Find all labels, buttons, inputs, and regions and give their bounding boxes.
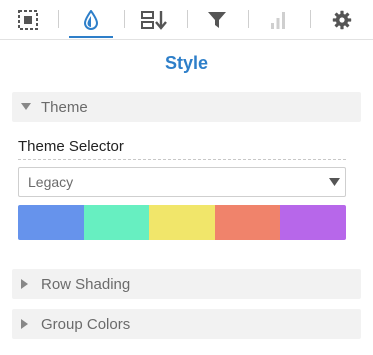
theme-section-title: Theme: [41, 98, 88, 116]
toolbar-separator: [124, 10, 125, 28]
style-panel: Style Theme Theme Selector Legacy Row Sh…: [0, 0, 373, 355]
tab-style-droplet-icon[interactable]: [69, 4, 113, 38]
palette-swatch: [18, 205, 84, 240]
theme-selector-dropdown[interactable]: Legacy: [18, 167, 346, 197]
dropdown-arrow-icon: [323, 178, 345, 186]
caret-right-icon: [21, 319, 41, 329]
theme-selected-value: Legacy: [28, 174, 74, 190]
row-shading-section-header[interactable]: Row Shading: [12, 269, 361, 299]
palette-swatch: [280, 205, 346, 240]
row-shading-title: Row Shading: [41, 275, 131, 293]
group-colors-title: Group Colors: [41, 315, 131, 333]
filter-icon[interactable]: [204, 4, 230, 36]
gear-icon[interactable]: [330, 4, 354, 36]
bar-chart-icon: [266, 4, 290, 36]
toolbar-separator: [248, 10, 249, 28]
caret-right-icon: [21, 279, 41, 289]
panel-title: Style: [164, 53, 209, 73]
select-region-icon[interactable]: [14, 4, 42, 36]
caret-down-icon: [21, 103, 41, 111]
toolbar: [0, 0, 373, 40]
palette-swatch: [149, 205, 215, 240]
toolbar-separator: [310, 10, 311, 28]
palette-swatch: [83, 205, 150, 240]
group-colors-section-header[interactable]: Group Colors: [12, 309, 361, 339]
palette-swatch: [214, 205, 281, 240]
toolbar-separator: [187, 10, 188, 28]
theme-color-palette: [18, 205, 346, 240]
theme-selector-label: Theme Selector: [18, 138, 346, 160]
toolbar-separator: [58, 10, 59, 28]
theme-section-header[interactable]: Theme: [12, 92, 361, 122]
sort-icon[interactable]: [138, 4, 170, 36]
